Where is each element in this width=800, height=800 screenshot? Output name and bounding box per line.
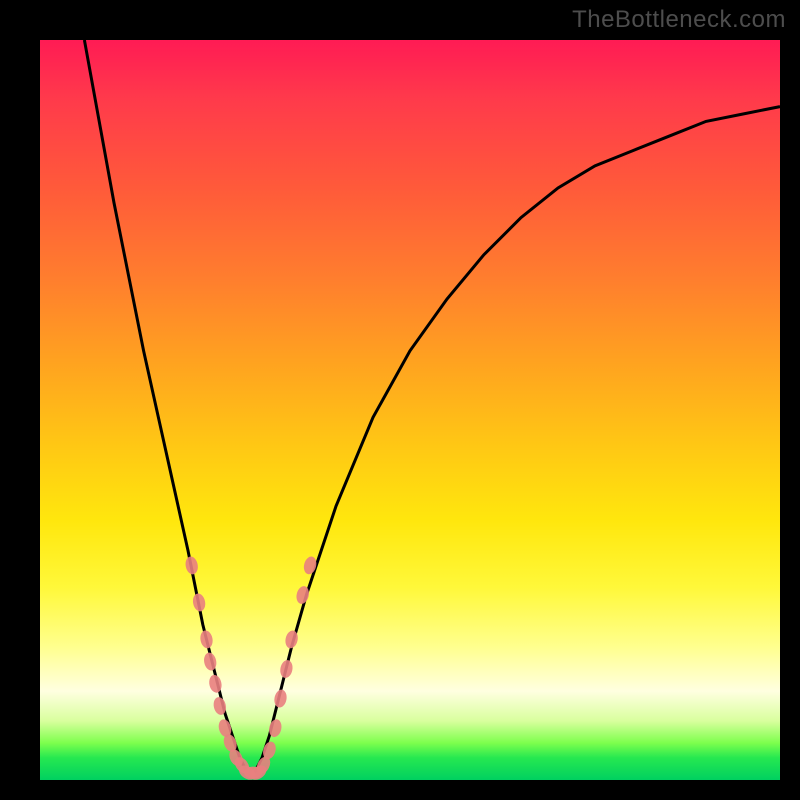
plot-area: [40, 40, 780, 780]
chart-svg: [40, 40, 780, 780]
highlight-dot: [279, 659, 294, 679]
highlight-dot: [302, 555, 318, 575]
highlight-dots: [184, 555, 318, 782]
highlight-dot: [199, 629, 214, 649]
outer-frame: TheBottleneck.com: [0, 0, 800, 800]
left-curve: [84, 40, 247, 773]
right-curve: [255, 107, 780, 773]
highlight-dot: [184, 555, 199, 575]
highlight-dot: [191, 592, 206, 612]
watermark-text: TheBottleneck.com: [572, 6, 786, 34]
highlight-dot: [203, 652, 218, 672]
highlight-dot: [273, 689, 288, 709]
